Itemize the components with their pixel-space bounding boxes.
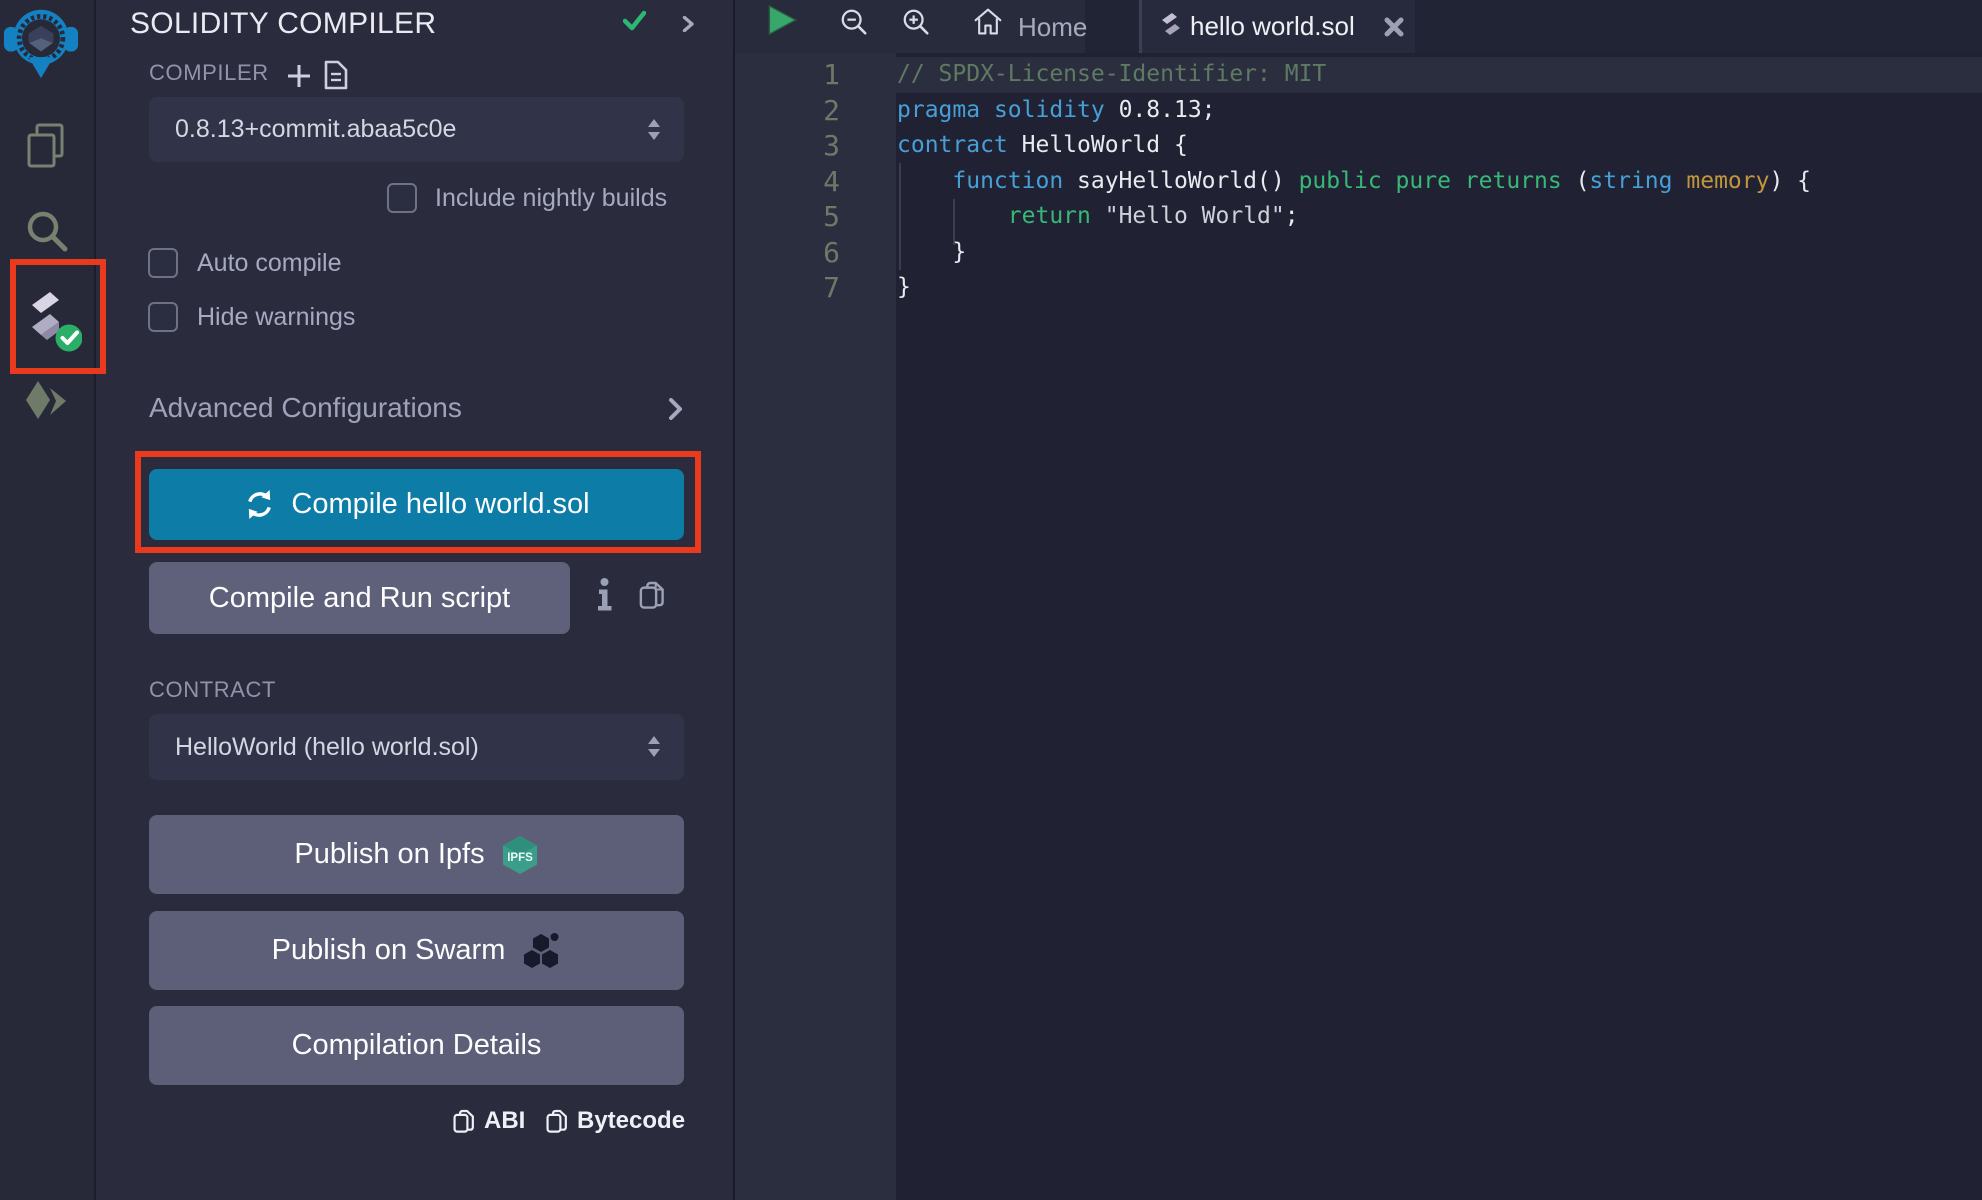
include-nightly-label: Include nightly builds: [435, 184, 667, 213]
line-number: 4: [735, 164, 840, 200]
line-numbers: 1234567: [735, 57, 840, 306]
ipfs-logo-icon: IPFS: [501, 835, 539, 875]
hide-warnings-label: Hide warnings: [197, 303, 355, 332]
hide-warnings-checkbox[interactable]: [148, 302, 178, 332]
copy-icon[interactable]: [639, 581, 664, 610]
line-number: 7: [735, 270, 840, 306]
deploy-run-icon[interactable]: [24, 378, 70, 426]
publish-ipfs-label: Publish on Ipfs: [294, 838, 484, 871]
compiler-section-label: COMPILER: [149, 60, 269, 86]
compile-success-check-icon: [623, 10, 646, 32]
publish-ipfs-button[interactable]: Publish on Ipfs IPFS: [149, 815, 684, 894]
code-line[interactable]: }: [897, 235, 1811, 271]
compilation-details-button[interactable]: Compilation Details: [149, 1006, 684, 1085]
tab-home[interactable]: Home: [1018, 12, 1087, 43]
code-editor[interactable]: 1234567 // SPDX-License-Identifier: MITp…: [735, 53, 1982, 1200]
code-lines: // SPDX-License-Identifier: MITpragma so…: [897, 57, 1811, 306]
tab-hello-world[interactable]: hello world.sol: [1139, 0, 1415, 53]
swarm-logo-icon: [521, 932, 561, 970]
annotation-box-compiler-icon: [10, 259, 106, 374]
abi-label: ABI: [484, 1107, 525, 1135]
bytecode-copy[interactable]: Bytecode: [546, 1107, 685, 1135]
panel-title: SOLIDITY COMPILER: [130, 7, 436, 41]
compilation-details-label: Compilation Details: [292, 1029, 542, 1062]
auto-compile-checkbox[interactable]: [148, 248, 178, 278]
line-number: 3: [735, 128, 840, 164]
include-nightly-checkbox[interactable]: [387, 183, 417, 213]
code-line[interactable]: // SPDX-License-Identifier: MIT: [897, 57, 1811, 93]
code-line[interactable]: }: [897, 270, 1811, 306]
panel-chevron-right-icon[interactable]: [682, 16, 694, 32]
info-icon[interactable]: [597, 578, 612, 612]
contract-select-value: HelloWorld (hello world.sol): [175, 733, 479, 762]
line-number: 5: [735, 199, 840, 235]
zoom-in-icon[interactable]: [901, 7, 931, 37]
search-icon[interactable]: [24, 208, 68, 256]
close-tab-icon[interactable]: [1382, 15, 1406, 39]
copy-icon: [453, 1109, 474, 1134]
ipfs-badge-label: IPFS: [507, 852, 533, 864]
auto-compile-label: Auto compile: [197, 249, 342, 278]
advanced-configurations-label[interactable]: Advanced Configurations: [149, 392, 462, 424]
line-number: 6: [735, 235, 840, 271]
code-line[interactable]: function sayHelloWorld() public pure ret…: [897, 164, 1811, 200]
compiler-version-select[interactable]: 0.8.13+commit.abaa5c0e: [149, 97, 684, 162]
contract-select[interactable]: HelloWorld (hello world.sol): [149, 714, 684, 780]
icon-sidebar: [0, 0, 96, 1200]
code-line[interactable]: contract HelloWorld {: [897, 128, 1811, 164]
remix-logo-icon[interactable]: [3, 2, 79, 84]
side-panel: SOLIDITY COMPILER COMPILER 0.8.13+commit…: [96, 0, 735, 1200]
copy-icon: [546, 1109, 567, 1134]
publish-swarm-label: Publish on Swarm: [272, 934, 506, 967]
bytecode-label: Bytecode: [577, 1107, 685, 1135]
run-script-icon[interactable]: [768, 5, 797, 35]
line-number: 1: [735, 57, 840, 93]
annotation-box-compile-button: [135, 451, 701, 553]
tab-label: hello world.sol: [1190, 11, 1355, 42]
zoom-out-icon[interactable]: [839, 7, 869, 37]
add-compiler-icon[interactable]: [285, 62, 313, 90]
home-icon[interactable]: [973, 6, 1003, 38]
line-number: 2: [735, 93, 840, 129]
solidity-file-icon: [1159, 12, 1183, 42]
select-caret-icon: [646, 118, 662, 142]
contract-section-label: CONTRACT: [149, 677, 276, 703]
file-explorer-icon[interactable]: [24, 122, 68, 170]
select-caret-icon: [646, 735, 662, 759]
compile-and-run-button[interactable]: Compile and Run script: [149, 562, 570, 634]
code-line[interactable]: return "Hello World";: [897, 199, 1811, 235]
editor-topbar: Home hello world.sol: [735, 0, 1982, 53]
code-line[interactable]: pragma solidity 0.8.13;: [897, 93, 1811, 129]
abi-copy[interactable]: ABI: [453, 1107, 525, 1135]
advanced-chevron-icon[interactable]: [668, 398, 683, 420]
compiler-version-value: 0.8.13+commit.abaa5c0e: [175, 115, 456, 144]
compile-and-run-label: Compile and Run script: [209, 582, 510, 615]
publish-swarm-button[interactable]: Publish on Swarm: [149, 911, 684, 990]
compiler-doc-icon[interactable]: [323, 60, 349, 90]
